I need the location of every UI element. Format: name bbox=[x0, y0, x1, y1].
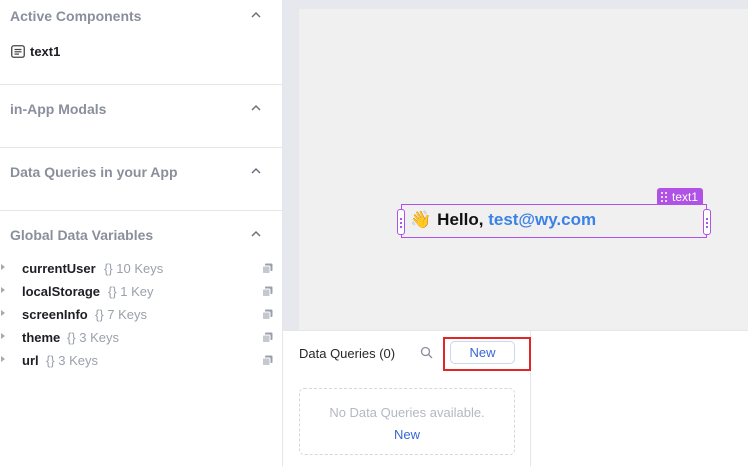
text-widget-content: 👋 Hello, test@wy.com bbox=[410, 210, 596, 230]
section-title: in-App Modals bbox=[10, 101, 107, 117]
component-item-text1[interactable]: text1 bbox=[11, 43, 60, 59]
user-email: test@wy.com bbox=[488, 210, 597, 229]
variable-meta: {} 7 Keys bbox=[95, 307, 148, 322]
active-components-section: Active Components text1 bbox=[0, 0, 282, 85]
variable-name: currentUser bbox=[22, 261, 96, 276]
app-canvas[interactable] bbox=[299, 9, 748, 330]
query-list-sidebar: Data Queries (0) New No Data Queries ava… bbox=[283, 331, 531, 466]
copy-icon[interactable] bbox=[262, 332, 273, 343]
query-panel-title: Data Queries (0) bbox=[299, 346, 396, 361]
section-title: Active Components bbox=[10, 8, 142, 24]
widget-tag-label: text1 bbox=[672, 189, 699, 204]
section-title: Global Data Variables bbox=[10, 227, 154, 243]
caret-right-icon[interactable] bbox=[1, 356, 5, 362]
caret-right-icon[interactable] bbox=[1, 264, 5, 270]
new-query-button[interactable]: New bbox=[450, 341, 515, 364]
copy-icon[interactable] bbox=[262, 286, 273, 297]
greeting-text: Hello, bbox=[437, 210, 484, 229]
global-variables-list: currentUser {} 10 Keys localStorage {} 1… bbox=[0, 258, 283, 373]
section-title: Data Queries in your App bbox=[10, 164, 178, 180]
variable-row-screeninfo[interactable]: screenInfo {} 7 Keys bbox=[0, 304, 283, 327]
variable-row-localstorage[interactable]: localStorage {} 1 Key bbox=[0, 281, 283, 304]
variable-meta: {} 3 Keys bbox=[46, 353, 99, 368]
global-variables-section: Global Data Variables bbox=[0, 211, 282, 243]
variable-name: url bbox=[22, 353, 39, 368]
waving-hand-icon: 👋 bbox=[410, 210, 432, 229]
copy-icon[interactable] bbox=[262, 309, 273, 320]
caret-right-icon[interactable] bbox=[1, 310, 5, 316]
empty-state-new-link[interactable]: New bbox=[300, 427, 514, 442]
resize-handle-left[interactable] bbox=[397, 209, 405, 235]
caret-right-icon[interactable] bbox=[1, 333, 5, 339]
query-panel: Data Queries (0) New No Data Queries ava… bbox=[283, 330, 748, 466]
active-components-header[interactable]: Active Components bbox=[0, 0, 282, 30]
widget-name-tag[interactable]: text1 bbox=[657, 188, 704, 204]
chevron-up-icon[interactable] bbox=[249, 227, 263, 241]
variable-meta: {} 3 Keys bbox=[67, 330, 120, 345]
empty-state-text: No Data Queries available. bbox=[329, 405, 485, 420]
variable-meta: {} 10 Keys bbox=[104, 261, 164, 276]
copy-icon[interactable] bbox=[262, 355, 273, 366]
chevron-up-icon[interactable] bbox=[249, 101, 263, 115]
modals-header[interactable]: in-App Modals bbox=[0, 92, 282, 122]
data-queries-header[interactable]: Data Queries in your App bbox=[0, 155, 282, 185]
chevron-up-icon[interactable] bbox=[249, 8, 263, 22]
resize-handle-right[interactable] bbox=[703, 209, 711, 235]
variable-row-url[interactable]: url {} 3 Keys bbox=[0, 350, 283, 373]
component-label: text1 bbox=[30, 43, 61, 59]
copy-icon[interactable] bbox=[262, 263, 273, 274]
drag-handle-icon[interactable] bbox=[661, 191, 668, 202]
data-queries-section: Data Queries in your App bbox=[0, 148, 282, 211]
left-panel: Active Components text1 in-App Modals Da… bbox=[0, 0, 283, 466]
search-icon[interactable] bbox=[420, 346, 433, 359]
variable-meta: {} 1 Key bbox=[108, 284, 154, 299]
variable-row-theme[interactable]: theme {} 3 Keys bbox=[0, 327, 283, 350]
empty-queries-box: No Data Queries available. New bbox=[299, 388, 515, 455]
chevron-up-icon[interactable] bbox=[249, 164, 263, 178]
variable-row-currentuser[interactable]: currentUser {} 10 Keys bbox=[0, 258, 283, 281]
caret-right-icon[interactable] bbox=[1, 287, 5, 293]
modals-section: in-App Modals bbox=[0, 85, 282, 148]
variable-name: theme bbox=[22, 330, 61, 345]
global-variables-header[interactable]: Global Data Variables bbox=[0, 218, 282, 248]
variable-name: localStorage bbox=[22, 284, 101, 299]
text-widget-icon bbox=[11, 44, 25, 58]
variable-name: screenInfo bbox=[22, 307, 88, 322]
